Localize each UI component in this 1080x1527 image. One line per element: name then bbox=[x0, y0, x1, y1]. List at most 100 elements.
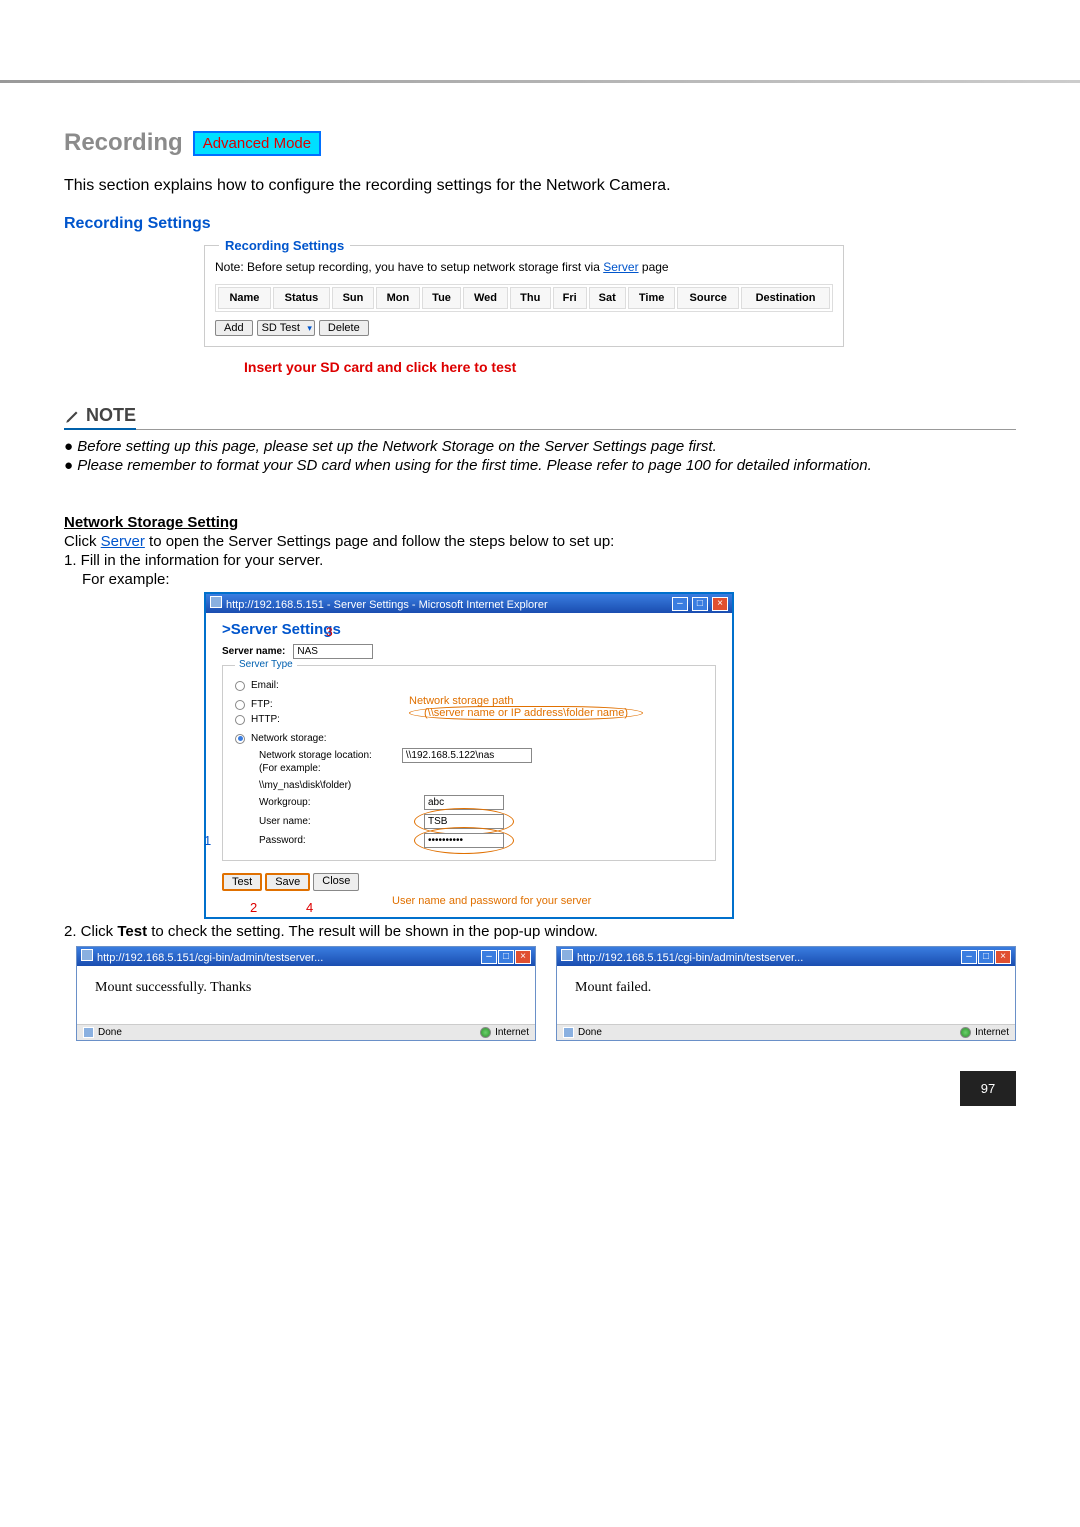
fail-title-wrap: http://192.168.5.151/cgi-bin/admin/tests… bbox=[561, 949, 803, 964]
done-seg: Done bbox=[83, 1027, 122, 1038]
server-name-row: Server name: bbox=[222, 644, 716, 659]
close-button[interactable]: × bbox=[712, 597, 728, 611]
ftp-label: FTP: bbox=[251, 699, 273, 710]
col-destination: Destination bbox=[741, 287, 830, 309]
minimize-button-2[interactable]: – bbox=[481, 950, 497, 964]
password-row: Password: bbox=[259, 833, 703, 848]
success-title-wrap: http://192.168.5.151/cgi-bin/admin/tests… bbox=[81, 949, 323, 964]
recording-buttons: Add SD Test Delete bbox=[215, 320, 833, 336]
http-label: HTTP: bbox=[251, 714, 280, 725]
ie-title-text: http://192.168.5.151 - Server Settings -… bbox=[226, 599, 548, 611]
ns-pre: Click bbox=[64, 533, 101, 550]
sd-card-hint: Insert your SD card and click here to te… bbox=[244, 359, 1016, 375]
col-wed: Wed bbox=[463, 287, 508, 309]
note-item-1: ● Before setting up this page, please se… bbox=[64, 438, 1016, 455]
server-link[interactable]: Server bbox=[603, 260, 638, 274]
col-source: Source bbox=[677, 287, 739, 309]
ie-body: >Server Settings 3 Server name: Server T… bbox=[206, 613, 732, 917]
server-settings-example: http://192.168.5.151 - Server Settings -… bbox=[204, 592, 1016, 919]
step2-text: 2. Click Test to check the setting. The … bbox=[64, 923, 1016, 940]
ie-icon-3 bbox=[561, 949, 573, 961]
location-label: Network storage location: bbox=[259, 750, 372, 761]
done-text-2: Done bbox=[578, 1027, 602, 1038]
location-input[interactable] bbox=[402, 748, 532, 763]
username-input[interactable] bbox=[424, 814, 504, 829]
callout-4: 4 bbox=[306, 900, 313, 915]
add-button[interactable]: Add bbox=[215, 320, 253, 336]
ftp-radio-row: FTP: bbox=[235, 699, 280, 710]
http-radio-row: HTTP: bbox=[235, 714, 280, 725]
col-status: Status bbox=[273, 287, 330, 309]
step2-bold: Test bbox=[117, 923, 147, 940]
note-label: NOTE bbox=[64, 405, 136, 430]
window-controls: – □ × bbox=[671, 597, 728, 611]
workgroup-row: Workgroup: bbox=[259, 795, 703, 810]
maximize-button[interactable]: □ bbox=[692, 597, 708, 611]
fail-statusbar: Done Internet bbox=[557, 1024, 1015, 1040]
ns-post: to open the Server Settings page and fol… bbox=[145, 533, 614, 550]
password-oval bbox=[424, 833, 504, 848]
page-title: Recording bbox=[64, 129, 183, 157]
success-statusbar: Done Internet bbox=[77, 1024, 535, 1040]
table-header-row: Name Status Sun Mon Tue Wed Thu Fri Sat … bbox=[218, 287, 830, 309]
callout-2: 2 bbox=[250, 900, 257, 915]
server-link-2[interactable]: Server bbox=[101, 533, 145, 550]
sd-test-select[interactable]: SD Test bbox=[257, 320, 315, 336]
minimize-button[interactable]: – bbox=[672, 597, 688, 611]
save-button[interactable]: Save bbox=[265, 873, 310, 891]
note-item-2: ● Please remember to format your SD card… bbox=[64, 457, 1016, 474]
note-post: page bbox=[639, 260, 669, 274]
minimize-button-3[interactable]: – bbox=[961, 950, 977, 964]
ns-label: Network storage: bbox=[251, 733, 327, 744]
success-controls: –□× bbox=[480, 950, 531, 964]
close-dialog-button[interactable]: Close bbox=[313, 873, 359, 891]
advanced-mode-badge: Advanced Mode bbox=[193, 131, 321, 156]
ie-titlebar: http://192.168.5.151 - Server Settings -… bbox=[206, 594, 732, 613]
done-text: Done bbox=[98, 1027, 122, 1038]
recording-settings-panel: Recording Settings Note: Before setup re… bbox=[204, 245, 844, 347]
email-radio[interactable] bbox=[235, 681, 245, 691]
recording-settings-figure: Recording Settings Note: Before setup re… bbox=[204, 245, 844, 347]
test-button[interactable]: Test bbox=[222, 873, 262, 891]
panel-legend: Recording Settings bbox=[219, 238, 350, 253]
note-section: NOTE ● Before setting up this page, plea… bbox=[64, 405, 1016, 474]
password-input[interactable] bbox=[424, 833, 504, 848]
ie-window: http://192.168.5.151 - Server Settings -… bbox=[204, 592, 734, 919]
server-name-input[interactable] bbox=[293, 644, 373, 659]
success-title: http://192.168.5.151/cgi-bin/admin/tests… bbox=[97, 952, 323, 964]
maximize-button-2[interactable]: □ bbox=[498, 950, 514, 964]
email-radio-row: Email: bbox=[235, 680, 703, 691]
close-button-3[interactable]: × bbox=[995, 950, 1011, 964]
globe-icon-2 bbox=[960, 1027, 971, 1038]
page-content: Recording Advanced Mode This section exp… bbox=[0, 83, 1080, 1041]
maximize-button-3[interactable]: □ bbox=[978, 950, 994, 964]
network-storage-radio[interactable] bbox=[235, 734, 245, 744]
callout-3: 3 bbox=[326, 625, 333, 639]
username-row: User name: bbox=[259, 814, 703, 829]
location-row: Network storage location: bbox=[259, 748, 703, 763]
close-button-2[interactable]: × bbox=[515, 950, 531, 964]
internet-text-2: Internet bbox=[975, 1027, 1009, 1038]
http-radio[interactable] bbox=[235, 715, 245, 725]
col-tue: Tue bbox=[422, 287, 461, 309]
success-titlebar: http://192.168.5.151/cgi-bin/admin/tests… bbox=[77, 947, 535, 966]
page-number: 97 bbox=[960, 1071, 1016, 1106]
ie-icon-2 bbox=[81, 949, 93, 961]
col-sat: Sat bbox=[589, 287, 626, 309]
internet-seg-2: Internet bbox=[960, 1027, 1009, 1038]
ftp-radio[interactable] bbox=[235, 700, 245, 710]
fail-titlebar: http://192.168.5.151/cgi-bin/admin/tests… bbox=[557, 947, 1015, 966]
location-example-1: (For example: bbox=[259, 763, 703, 774]
server-type-legend: Server Type bbox=[235, 659, 297, 670]
col-name: Name bbox=[218, 287, 271, 309]
delete-button[interactable]: Delete bbox=[319, 320, 369, 336]
note-list: ● Before setting up this page, please se… bbox=[64, 438, 1016, 474]
recording-table: Name Status Sun Mon Tue Wed Thu Fri Sat … bbox=[215, 284, 833, 312]
ie-status-icon bbox=[83, 1027, 94, 1038]
col-time: Time bbox=[628, 287, 675, 309]
fail-title: http://192.168.5.151/cgi-bin/admin/tests… bbox=[577, 952, 803, 964]
step2-pre: 2. Click bbox=[64, 923, 117, 940]
workgroup-input[interactable] bbox=[424, 795, 504, 810]
callout-1: 1 bbox=[204, 833, 211, 848]
password-label: Password: bbox=[259, 835, 394, 846]
